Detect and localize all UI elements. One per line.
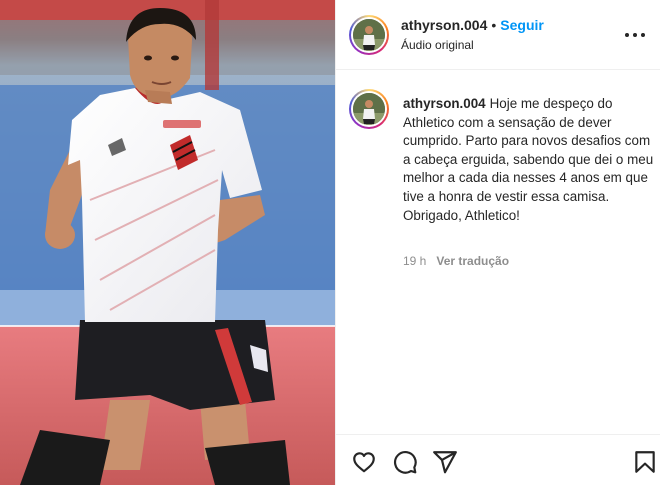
header-top-line: athyrson.004 • Seguir	[401, 17, 544, 33]
caption-username[interactable]: athyrson.004	[403, 96, 486, 111]
more-options-icon[interactable]	[625, 26, 645, 42]
caption-avatar-image	[353, 93, 385, 125]
instagram-post-view: athyrson.004 • Seguir Áudio original ath…	[0, 0, 660, 485]
separator-dot: •	[491, 17, 497, 33]
see-translation-button[interactable]: Ver tradução	[436, 254, 509, 268]
post-image[interactable]	[0, 0, 335, 485]
bookmark-icon[interactable]	[632, 449, 658, 475]
header-username[interactable]: athyrson.004	[401, 17, 487, 33]
post-meta: 19 h Ver tradução	[403, 254, 509, 268]
audio-label[interactable]: Áudio original	[401, 38, 474, 52]
player-photo	[0, 0, 335, 485]
follow-button[interactable]: Seguir	[500, 17, 544, 33]
caption-section: athyrson.004 Hoje me despeço do Athletico…	[336, 71, 660, 433]
avatar[interactable]	[349, 15, 389, 55]
heart-icon[interactable]	[351, 449, 377, 475]
comment-icon[interactable]	[392, 449, 418, 475]
post-caption: athyrson.004 Hoje me despeço do Athletico…	[403, 95, 655, 225]
post-time[interactable]: 19 h	[403, 254, 426, 268]
action-bar	[336, 434, 660, 485]
caption-text: Hoje me despeço do Athletico com a sensa…	[403, 96, 654, 223]
caption-avatar[interactable]	[349, 89, 389, 129]
post-side-panel: athyrson.004 • Seguir Áudio original ath…	[335, 0, 660, 485]
share-icon[interactable]	[432, 449, 458, 475]
post-header: athyrson.004 • Seguir Áudio original	[336, 0, 660, 70]
avatar-image	[353, 19, 385, 51]
